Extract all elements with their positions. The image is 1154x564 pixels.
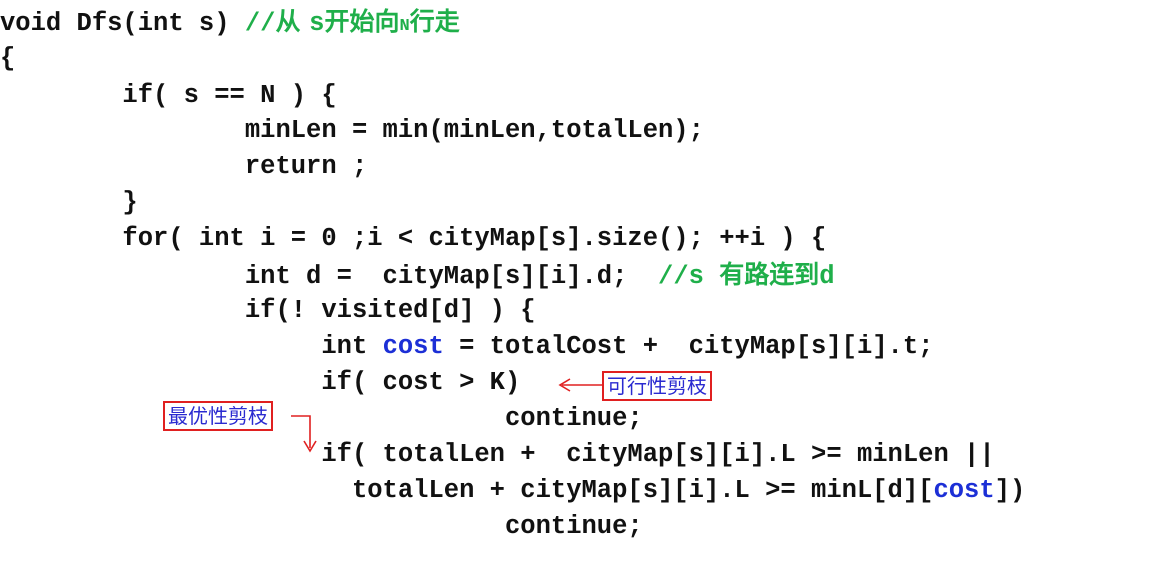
optimality-arrow-icon [291, 415, 317, 453]
feasibility-arrow-icon [558, 378, 602, 392]
annotation-arrows [291, 378, 602, 453]
